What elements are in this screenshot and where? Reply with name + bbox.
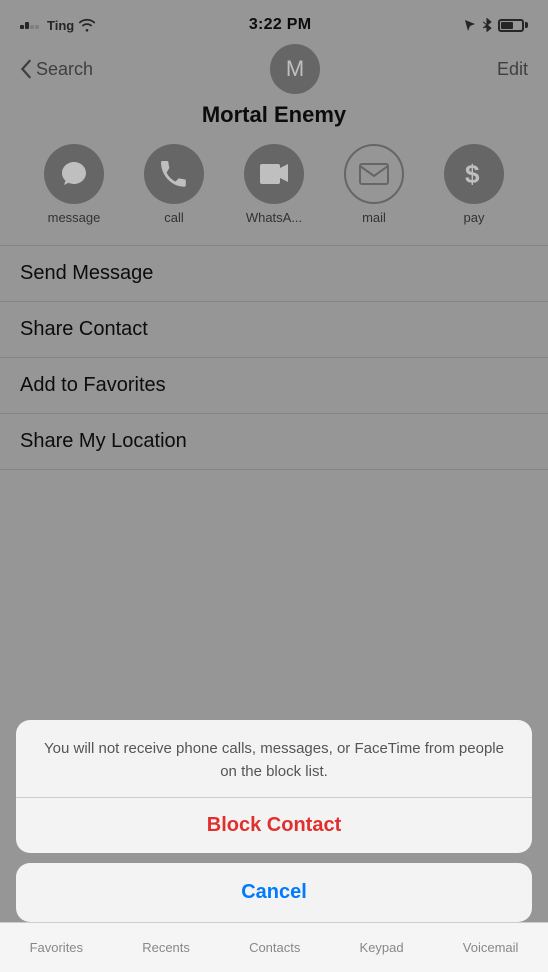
block-contact-button[interactable]: Block Contact <box>16 798 532 853</box>
tab-favorites[interactable]: Favorites <box>30 940 83 955</box>
tab-recents[interactable]: Recents <box>142 940 190 955</box>
alert-box: You will not receive phone calls, messag… <box>16 720 532 853</box>
tab-voicemail[interactable]: Voicemail <box>463 940 519 955</box>
tab-contacts[interactable]: Contacts <box>249 940 300 955</box>
cancel-button[interactable]: Cancel <box>16 863 532 922</box>
tab-bar: Favorites Recents Contacts Keypad Voicem… <box>0 922 548 972</box>
alert-container: You will not receive phone calls, messag… <box>16 720 532 922</box>
tab-keypad[interactable]: Keypad <box>360 940 404 955</box>
alert-message: You will not receive phone calls, messag… <box>16 720 532 798</box>
cancel-box: Cancel <box>16 863 532 922</box>
